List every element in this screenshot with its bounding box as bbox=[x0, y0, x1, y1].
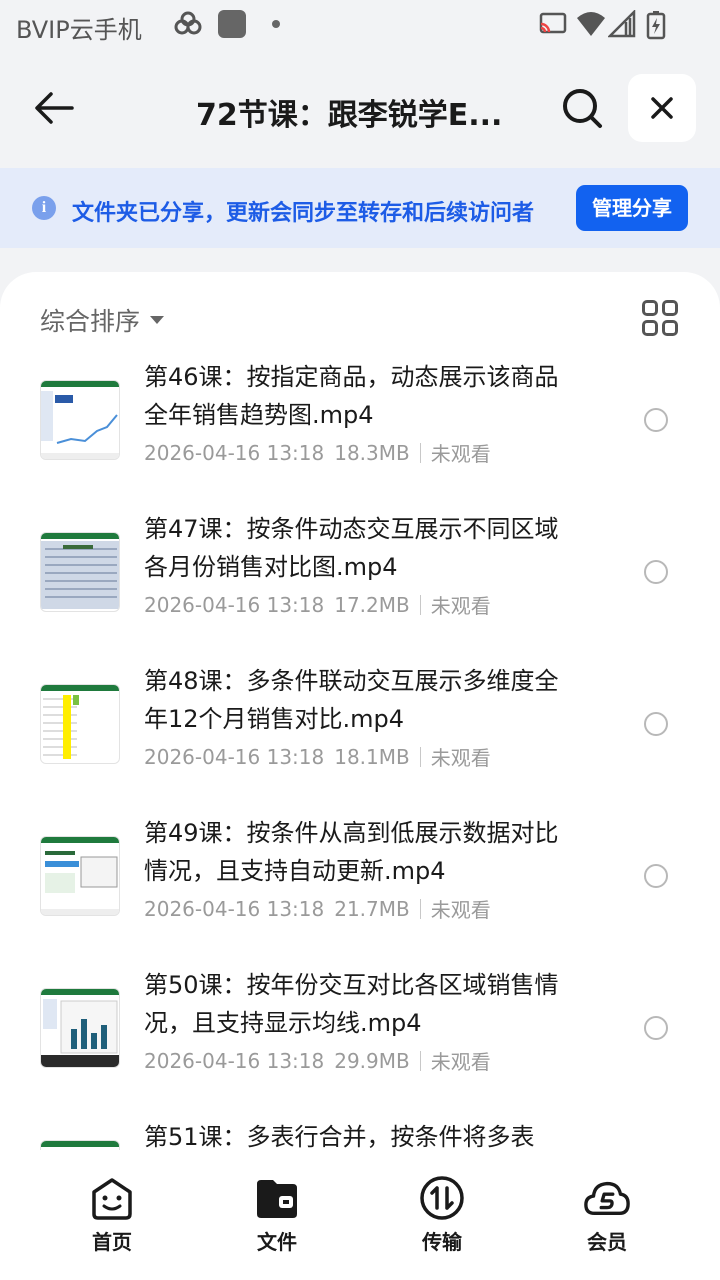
file-name: 第51课：多表行合并，按条件将多表 bbox=[144, 1123, 535, 1150]
select-checkbox[interactable] bbox=[644, 560, 668, 584]
file-size: 18.3MB bbox=[334, 440, 410, 465]
manage-share-button[interactable]: 管理分享 bbox=[576, 185, 688, 231]
page-title: 72节课：跟李锐学E... bbox=[196, 98, 503, 133]
file-list: 第46课：按指定商品，动态展示该商品全年销售趋势图.mp4 2026-04-16… bbox=[0, 356, 720, 1150]
select-checkbox[interactable] bbox=[644, 712, 668, 736]
file-date: 2026-04-16 13:18 bbox=[144, 440, 325, 465]
sort-dropdown[interactable]: 综合排序 bbox=[40, 302, 165, 338]
battery-icon bbox=[646, 11, 666, 40]
tab-label: 传输 bbox=[422, 1230, 462, 1254]
file-size: 18.1MB bbox=[334, 744, 410, 769]
list-item[interactable]: 第50课：按年份交互对比各区域销售情况，且支持显示均线.mp4 2026-04-… bbox=[0, 964, 720, 1116]
file-date: 2026-04-16 13:18 bbox=[144, 896, 325, 921]
file-name: 第48课：多条件联动交互展示多维度全年12个月销售对比.mp4 bbox=[144, 667, 559, 733]
tab-vip[interactable]: 会员 bbox=[547, 1174, 667, 1264]
watch-status: 未观看 bbox=[430, 442, 491, 466]
video-thumbnail bbox=[40, 1140, 120, 1150]
list-item[interactable]: 第47课：按条件动态交互展示不同区域各月份销售对比图.mp4 2026-04-1… bbox=[0, 508, 720, 660]
video-thumbnail bbox=[40, 380, 120, 460]
video-thumbnail bbox=[40, 988, 120, 1068]
close-icon bbox=[651, 97, 673, 119]
file-date: 2026-04-16 13:18 bbox=[144, 744, 325, 769]
tab-transfer[interactable]: 传输 bbox=[382, 1174, 502, 1264]
caret-down-icon bbox=[150, 316, 165, 324]
share-message: 文件夹已分享，更新会同步至转存和后续访问者 bbox=[72, 201, 535, 226]
tab-home[interactable]: 首页 bbox=[52, 1174, 172, 1264]
sort-label: 综合排序 bbox=[40, 307, 141, 336]
file-name: 第49课：按条件从高到低展示数据对比情况，且支持自动更新.mp4 bbox=[144, 819, 559, 885]
file-size: 21.7MB bbox=[334, 896, 410, 921]
watch-status: 未观看 bbox=[430, 1050, 491, 1074]
header: 72节课：跟李锐学E... bbox=[0, 52, 720, 168]
grid-view-icon bbox=[642, 300, 658, 316]
file-meta: 2026-04-16 13:18 18.1MB 未观看 bbox=[144, 742, 491, 771]
watch-status: 未观看 bbox=[430, 594, 491, 618]
file-size: 17.2MB bbox=[334, 592, 410, 617]
file-name: 第46课：按指定商品，动态展示该商品全年销售趋势图.mp4 bbox=[144, 363, 559, 429]
close-button[interactable] bbox=[628, 74, 696, 142]
dot-icon bbox=[272, 20, 280, 28]
video-thumbnail bbox=[40, 836, 120, 916]
info-icon: i bbox=[32, 196, 56, 220]
file-size: 29.9MB bbox=[334, 1048, 410, 1073]
tab-label: 首页 bbox=[92, 1230, 132, 1254]
grid-view-button[interactable] bbox=[642, 300, 678, 336]
share-banner: i 文件夹已分享，更新会同步至转存和后续访问者 管理分享 bbox=[0, 168, 720, 248]
bottom-tab-bar: 首页 文件 传输 会员 bbox=[0, 1150, 720, 1280]
wifi-icon bbox=[577, 12, 605, 36]
video-thumbnail bbox=[40, 684, 120, 764]
search-button[interactable] bbox=[556, 82, 608, 134]
select-checkbox[interactable] bbox=[644, 1016, 668, 1040]
file-meta: 2026-04-16 13:18 29.9MB 未观看 bbox=[144, 1046, 491, 1075]
tab-label: 文件 bbox=[257, 1230, 297, 1254]
cast-icon bbox=[539, 12, 567, 34]
home-smile-icon bbox=[92, 1178, 132, 1220]
file-list-panel: 综合排序 第46课：按指定商品，动态展示该商品全年销售趋势图.mp4 2026-… bbox=[0, 272, 720, 1280]
watch-status: 未观看 bbox=[430, 746, 491, 770]
video-thumbnail bbox=[40, 532, 120, 612]
status-bar: BVIP云手机 bbox=[0, 0, 720, 52]
tab-label: 会员 bbox=[587, 1230, 627, 1254]
select-checkbox[interactable] bbox=[644, 408, 668, 432]
transfer-icon bbox=[420, 1176, 464, 1220]
list-item[interactable]: 第51课：多表行合并，按条件将多表 bbox=[0, 1116, 720, 1150]
app-notification-icon bbox=[218, 10, 246, 38]
tab-files[interactable]: 文件 bbox=[217, 1174, 337, 1264]
cloud-link-icon bbox=[174, 11, 202, 35]
search-icon bbox=[563, 89, 602, 128]
file-name: 第50课：按年份交互对比各区域销售情况，且支持显示均线.mp4 bbox=[144, 971, 559, 1037]
list-item[interactable]: 第48课：多条件联动交互展示多维度全年12个月销售对比.mp4 2026-04-… bbox=[0, 660, 720, 812]
vip-cloud-icon bbox=[584, 1181, 630, 1216]
file-name: 第47课：按条件动态交互展示不同区域各月份销售对比图.mp4 bbox=[144, 515, 559, 581]
list-item[interactable]: 第46课：按指定商品，动态展示该商品全年销售趋势图.mp4 2026-04-16… bbox=[0, 356, 720, 508]
watch-status: 未观看 bbox=[430, 898, 491, 922]
file-date: 2026-04-16 13:18 bbox=[144, 1048, 325, 1073]
carrier-label: BVIP云手机 bbox=[16, 16, 142, 44]
select-checkbox[interactable] bbox=[644, 864, 668, 888]
signal-icon bbox=[608, 10, 636, 38]
file-date: 2026-04-16 13:18 bbox=[144, 592, 325, 617]
file-meta: 2026-04-16 13:18 17.2MB 未观看 bbox=[144, 590, 491, 619]
list-item[interactable]: 第49课：按条件从高到低展示数据对比情况，且支持自动更新.mp4 2026-04… bbox=[0, 812, 720, 964]
arrow-left-icon bbox=[35, 92, 74, 124]
folder-icon bbox=[257, 1180, 297, 1218]
back-button[interactable] bbox=[28, 82, 80, 134]
file-meta: 2026-04-16 13:18 18.3MB 未观看 bbox=[144, 438, 491, 467]
file-meta: 2026-04-16 13:18 21.7MB 未观看 bbox=[144, 894, 491, 923]
